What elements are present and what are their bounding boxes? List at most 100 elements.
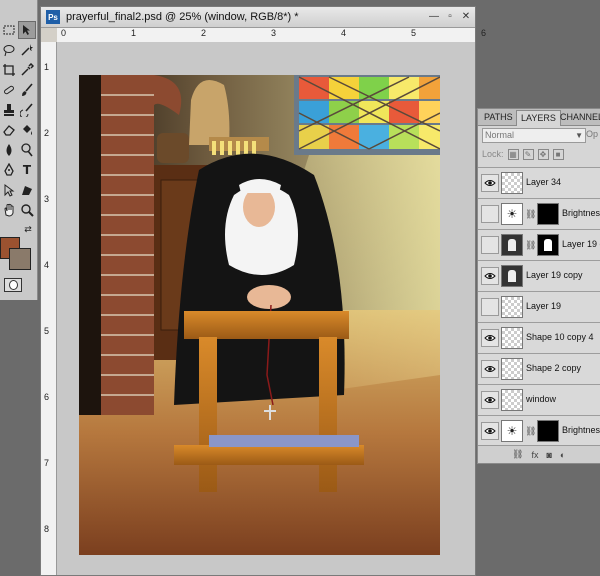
layer-name: Shape 10 copy 4 [526, 332, 594, 342]
layer-name: window [526, 394, 557, 404]
maximize-button[interactable]: ▫ [443, 10, 457, 23]
quick-mask-icon[interactable] [4, 278, 22, 292]
healing-icon[interactable] [1, 82, 17, 98]
magic-wand-icon[interactable] [19, 42, 35, 58]
close-button[interactable]: ✕ [459, 10, 473, 23]
layer-row[interactable]: Layer 19 [478, 291, 600, 322]
eyedropper-icon[interactable] [19, 62, 35, 78]
clone-stamp-icon[interactable] [1, 102, 17, 118]
ruler-h-label: 5 [411, 28, 417, 38]
lock-row: Lock: ▦ ✎ ✥ ■ [482, 147, 564, 161]
artwork-canvas[interactable] [79, 75, 440, 555]
opacity-label: Op [586, 129, 599, 139]
layer-name: Layer 19 [526, 301, 562, 311]
layer-thumbnail[interactable] [501, 327, 523, 349]
layer-thumbnail[interactable] [501, 234, 523, 256]
layer-thumbnail[interactable] [501, 296, 523, 318]
panel-footer: ⛓ fx ◙ ◐ [478, 445, 600, 463]
marquee-icon[interactable] [1, 22, 17, 38]
lock-pixels-icon[interactable]: ✎ [522, 148, 534, 160]
background-color-swatch[interactable] [9, 248, 31, 270]
layer-row[interactable]: ⛓ Layer 19 co [478, 229, 600, 260]
adjustment-thumbnail[interactable]: ☀ [501, 203, 523, 225]
layer-row[interactable]: ☀ ⛓ Brightness [478, 415, 600, 446]
layer-thumbnail[interactable] [501, 172, 523, 194]
adjustment-icon[interactable]: ◐ [560, 450, 565, 460]
path-select-icon[interactable] [1, 182, 17, 198]
visibility-toggle[interactable] [481, 236, 499, 254]
minimize-button[interactable]: — [427, 10, 441, 23]
layer-name: Brightness [562, 208, 600, 218]
hand-icon[interactable] [1, 202, 17, 218]
lock-position-icon[interactable]: ✥ [537, 148, 549, 160]
layer-name: Layer 19 co [562, 239, 600, 249]
lock-transparency-icon[interactable]: ▦ [507, 148, 519, 160]
lasso-icon[interactable] [1, 42, 17, 58]
stained-glass-window [294, 75, 440, 155]
layer-row[interactable]: Layer 34 [478, 167, 600, 198]
blend-mode-select[interactable]: Normal ▼ [482, 128, 586, 143]
adjustment-thumbnail[interactable]: ☀ [501, 420, 523, 442]
pen-icon[interactable] [1, 162, 17, 178]
vertical-ruler: 1 2 3 4 5 6 7 8 [41, 42, 57, 575]
layers-panel: PATHS LAYERS CHANNELS Normal ▼ Op Lock: … [477, 108, 600, 464]
zoom-icon[interactable] [19, 202, 35, 218]
type-icon[interactable]: T [19, 162, 35, 178]
layers-list: Layer 34 ☀ ⛓ Brightness ⛓ Layer 19 co Layer 19… [478, 167, 600, 446]
canvas-area[interactable] [57, 42, 475, 575]
ruler-h-label: 2 [201, 28, 207, 38]
link-icon[interactable]: ⛓ [525, 209, 536, 220]
layer-row[interactable]: window [478, 384, 600, 415]
figure-icon [508, 270, 516, 282]
visibility-toggle[interactable] [481, 360, 499, 378]
mask-icon[interactable]: ◙ [546, 450, 551, 460]
layer-thumbnail[interactable] [501, 265, 523, 287]
ruler-h-label: 4 [341, 28, 347, 38]
eraser-icon[interactable] [1, 122, 17, 138]
eye-icon [484, 397, 496, 403]
link-icon[interactable]: ⛓ [525, 426, 536, 437]
visibility-toggle[interactable] [481, 205, 499, 223]
layer-thumbnail[interactable] [501, 358, 523, 380]
tab-channels[interactable]: CHANNELS [556, 110, 600, 125]
visibility-toggle[interactable] [481, 298, 499, 316]
brush-icon[interactable] [19, 82, 35, 98]
layer-mask-thumbnail[interactable] [537, 234, 559, 256]
fx-icon[interactable]: fx [531, 450, 538, 460]
ruler-h-label: 0 [61, 28, 67, 38]
layer-row[interactable]: ☀ ⛓ Brightness [478, 198, 600, 229]
layer-name: Layer 19 copy [526, 270, 583, 280]
layer-thumbnail[interactable] [501, 389, 523, 411]
move-icon[interactable] [18, 21, 36, 39]
visibility-toggle[interactable] [481, 391, 499, 409]
document-titlebar[interactable]: Ps prayerful_final2.psd @ 25% (window, R… [41, 7, 475, 28]
blur-icon[interactable] [1, 142, 17, 158]
horizontal-ruler: 0 1 2 3 4 5 6 [57, 28, 486, 43]
layer-row[interactable]: Shape 2 copy [478, 353, 600, 384]
bucket-icon[interactable] [19, 122, 35, 138]
link-icon[interactable]: ⛓ [525, 240, 536, 251]
tab-paths[interactable]: PATHS [480, 110, 517, 125]
history-brush-icon[interactable] [19, 102, 35, 118]
chevron-down-icon: ▼ [575, 131, 583, 140]
panel-tabs: PATHS LAYERS CHANNELS [478, 109, 600, 126]
tools-panel: T ⇄ [0, 0, 38, 300]
visibility-toggle[interactable] [481, 267, 499, 285]
visibility-toggle[interactable] [481, 174, 499, 192]
tab-layers[interactable]: LAYERS [516, 110, 561, 126]
visibility-toggle[interactable] [481, 422, 499, 440]
lock-all-icon[interactable]: ■ [552, 148, 564, 160]
visibility-toggle[interactable] [481, 329, 499, 347]
layer-row[interactable]: Shape 10 copy 4 [478, 322, 600, 353]
ruler-v-label: 1 [44, 62, 50, 72]
document-window: Ps prayerful_final2.psd @ 25% (window, R… [40, 6, 486, 576]
layer-mask-thumbnail[interactable] [537, 203, 559, 225]
layer-mask-thumbnail[interactable] [537, 420, 559, 442]
shape-icon[interactable] [19, 182, 35, 198]
dodge-icon[interactable] [19, 142, 35, 158]
swap-colors-icon[interactable]: ⇄ [20, 222, 36, 238]
crop-icon[interactable] [1, 62, 17, 78]
layer-row[interactable]: Layer 19 copy [478, 260, 600, 291]
link-icon[interactable]: ⛓ [512, 449, 523, 460]
layer-name: Layer 34 [526, 177, 562, 187]
